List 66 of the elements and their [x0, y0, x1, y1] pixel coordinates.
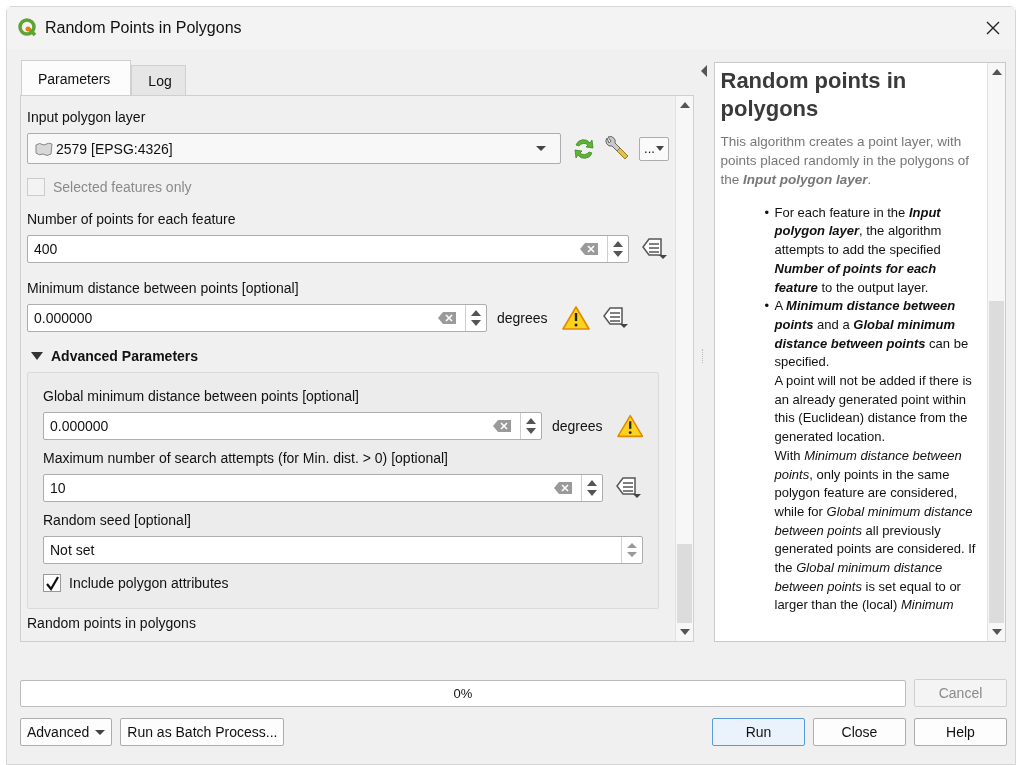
- collapse-icon[interactable]: [700, 65, 707, 77]
- data-defined-icon[interactable]: [615, 476, 643, 500]
- progress-text: 0%: [453, 685, 473, 701]
- clear-icon[interactable]: [437, 311, 457, 325]
- scroll-down-icon[interactable]: [991, 629, 1002, 635]
- field-label: Minimum distance between points [optional]: [27, 280, 300, 296]
- scrollbar[interactable]: [675, 96, 693, 641]
- bullet-mark: •: [764, 203, 771, 222]
- scroll-thumb[interactable]: [989, 301, 1004, 623]
- checkbox-label[interactable]: Include polygon attributes: [69, 575, 229, 591]
- seed-field[interactable]: Not set: [43, 536, 643, 564]
- unit-label: degrees: [552, 418, 603, 434]
- group-toggle[interactable]: Advanced Parameters: [27, 346, 669, 366]
- number-field[interactable]: 400: [27, 235, 629, 263]
- menu-button[interactable]: Advanced: [20, 718, 113, 746]
- section-caption: Random points in polygons: [27, 615, 197, 631]
- dropdown-caret-icon: [536, 146, 546, 151]
- checkbox[interactable]: [43, 574, 61, 592]
- field-label: Number of points for each feature: [27, 211, 237, 227]
- close-icon[interactable]: [985, 20, 1001, 36]
- dropdown-caret-icon: [95, 729, 106, 735]
- iterate-icon[interactable]: [571, 136, 595, 161]
- clear-icon[interactable]: [553, 481, 573, 495]
- expanded-arrow-icon: [31, 352, 43, 360]
- spin-arrows-icon[interactable]: [586, 479, 598, 497]
- dialog-button[interactable]: Help: [914, 718, 1007, 746]
- help-text: A point will not be added if there is an already generated point within this (Euclidean) distance from the generated location.: [774, 372, 973, 447]
- bullet-mark: •: [764, 297, 771, 316]
- help-text: With Minimum distance between points, only points in the same polygon feature are considered, while for Global minimum distance between points all previously generated points are considered. If the Global minimum distance between points is set equal to or larger than the (local) Minimum: [774, 446, 977, 615]
- help-text: This algorithm creates a point layer, with points placed randomly in the polygons of the Input polygon layer.: [720, 133, 970, 189]
- field-label: Global minimum distance between points [optional]: [43, 388, 360, 404]
- splitter-handle[interactable]: [702, 349, 706, 363]
- scrollbar[interactable]: [987, 63, 1005, 641]
- window-title: Random Points in Polygons: [45, 19, 242, 37]
- app-logo-icon: [17, 17, 39, 39]
- more-button[interactable]: ...: [639, 136, 669, 161]
- scroll-down-icon[interactable]: [679, 629, 690, 635]
- polygon-layer-icon: [34, 140, 54, 157]
- help-text: A Minimum distance between points and a Global minimum distance between points can be specified.: [774, 297, 970, 372]
- tab[interactable]: Log: [131, 65, 186, 95]
- clear-icon[interactable]: [492, 419, 512, 433]
- spin-arrows-icon[interactable]: [525, 417, 537, 435]
- batch-button[interactable]: Run as Batch Process...: [120, 718, 285, 746]
- dialog-button[interactable]: Run: [712, 718, 805, 746]
- data-defined-icon[interactable]: [601, 306, 630, 330]
- scroll-up-icon[interactable]: [991, 69, 1002, 75]
- scroll-up-icon[interactable]: [679, 102, 690, 108]
- field-label: Random seed [optional]: [43, 512, 192, 528]
- help-title: Random points in polygons: [720, 67, 908, 124]
- field-label: Maximum number of search attempts (for Min. dist. > 0) [optional]: [43, 450, 449, 466]
- caret-icon: [655, 146, 664, 151]
- tab[interactable]: Parameters: [21, 60, 132, 95]
- unit-label: degrees: [497, 310, 548, 326]
- number-field[interactable]: 0.000000: [43, 412, 542, 440]
- number-field[interactable]: 10: [43, 474, 603, 502]
- help-text: For each feature in the Input polygon layer, the algorithm attempts to add the specified Number of points for each feature to the output layer.: [774, 203, 943, 297]
- data-defined-icon[interactable]: [641, 237, 669, 261]
- spin-arrows-icon[interactable]: [470, 309, 482, 327]
- clear-icon[interactable]: [579, 242, 599, 256]
- dialog-button[interactable]: Close: [813, 718, 906, 746]
- number-field[interactable]: 0.000000: [27, 304, 487, 332]
- scroll-thumb[interactable]: [677, 544, 692, 623]
- layer-dropdown[interactable]: 2579 [EPSG:4326]: [27, 133, 561, 164]
- field-label: Input polygon layer: [27, 109, 147, 125]
- checkbox-label: Selected features only: [53, 179, 192, 195]
- spin-arrows-icon[interactable]: [612, 240, 624, 258]
